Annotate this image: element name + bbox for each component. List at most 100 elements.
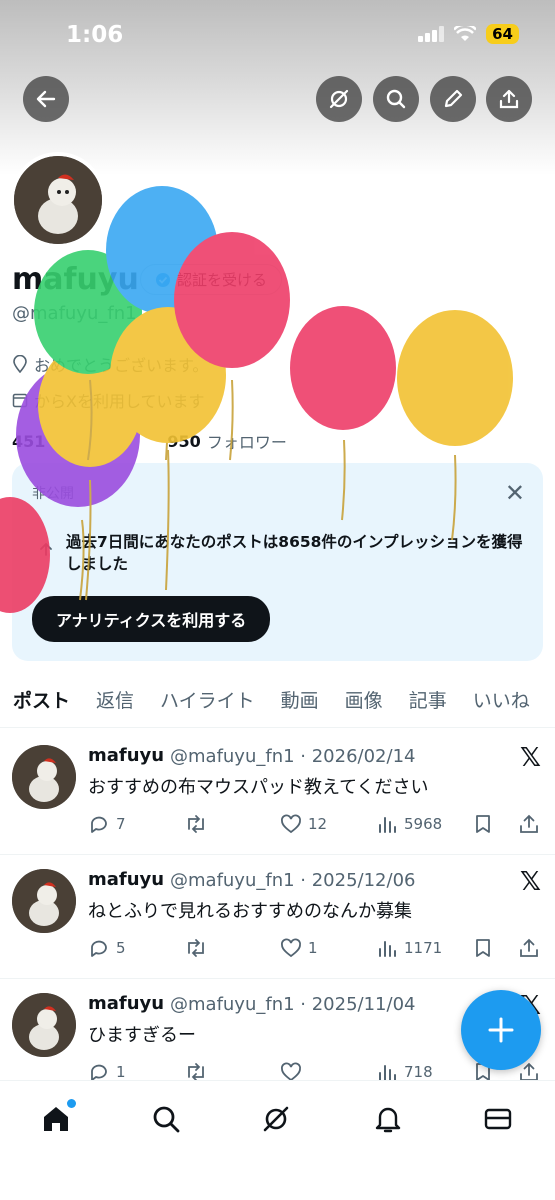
post-actions: 5 1 1171 — [88, 937, 544, 963]
share-button[interactable] — [518, 937, 540, 959]
view-count: 1171 — [404, 939, 443, 957]
profile-handle: @mafuyu_fn1 — [12, 303, 137, 324]
retweet-icon — [188, 939, 204, 957]
status-bar: 1:06 64 — [0, 0, 555, 70]
back-button[interactable] — [23, 76, 69, 122]
like-button[interactable]: 1 — [280, 937, 318, 959]
like-button[interactable]: 12 — [280, 813, 327, 835]
reply-count: 5 — [116, 939, 126, 957]
avatar[interactable] — [12, 869, 76, 933]
post-author-name[interactable]: mafuyu — [88, 869, 164, 890]
grok-button[interactable] — [316, 76, 362, 122]
notification-dot — [67, 1099, 76, 1108]
view-count: 5968 — [404, 815, 443, 833]
signal-icon — [418, 26, 445, 42]
battery-indicator: 64 — [486, 24, 519, 44]
avatar[interactable] — [12, 993, 76, 1057]
bar-chart-icon — [379, 817, 396, 833]
followers-label[interactable]: フォロワー — [207, 429, 287, 453]
plus-icon — [488, 1017, 514, 1043]
share-icon — [499, 89, 519, 109]
reply-button[interactable]: 5 — [88, 937, 126, 959]
status-time: 1:06 — [66, 22, 124, 48]
share-icon — [520, 938, 538, 957]
nav-notifications[interactable] — [370, 1101, 406, 1137]
bio-text: おめでとうございます。 — [34, 356, 209, 375]
reply-icon — [91, 816, 107, 833]
post-meta: @mafuyu_fn1 · 2026/02/14 — [170, 746, 416, 767]
followers-count[interactable]: 950 — [167, 432, 200, 451]
share-icon — [520, 814, 538, 833]
close-icon[interactable]: ✕ — [505, 479, 525, 507]
impressions-text: 過去7日間にあなたのポストは8658件のインプレッションを獲得しました — [66, 533, 523, 573]
post-text: ひますぎるー — [88, 1025, 196, 1046]
bell-icon — [375, 1107, 401, 1133]
pencil-icon — [444, 89, 463, 108]
balloon — [290, 306, 396, 430]
bookmark-button[interactable] — [472, 813, 494, 835]
grok-icon — [263, 1106, 289, 1132]
x-logo-icon: 𝕏 — [520, 743, 541, 773]
heart-icon — [281, 938, 301, 958]
tab-highlights[interactable]: ハイライト — [147, 676, 268, 727]
tab-images[interactable]: 画像 — [332, 676, 396, 727]
home-icon — [44, 1107, 68, 1131]
avatar[interactable] — [12, 745, 76, 809]
profile-name: mafuyu — [12, 262, 139, 297]
verify-button[interactable]: 認証を受ける — [140, 264, 283, 295]
bookmark-icon — [476, 939, 490, 957]
reply-button[interactable]: 7 — [88, 813, 126, 835]
views-button[interactable]: 1171 — [376, 937, 442, 959]
post-actions: 7 12 5968 — [88, 813, 544, 839]
like-count: 1 — [308, 939, 318, 957]
post-item[interactable]: mafuyu @mafuyu_fn1 · 2026/02/14 おすすめの布マウ… — [0, 731, 555, 855]
search-button[interactable] — [373, 76, 419, 122]
post-author-name[interactable]: mafuyu — [88, 745, 164, 766]
view-count: 718 — [404, 1063, 433, 1081]
edit-button[interactable] — [430, 76, 476, 122]
share-button[interactable] — [518, 813, 540, 835]
private-label: 非公開 — [32, 486, 74, 502]
following-count[interactable]: 451 — [12, 432, 45, 451]
follow-stats: 451 950 フォロワー — [12, 429, 287, 453]
analytics-button[interactable]: アナリティクスを利用する — [32, 596, 271, 642]
avatar-image — [12, 993, 76, 1057]
retweet-icon — [188, 815, 204, 833]
tab-articles[interactable]: 記事 — [396, 676, 460, 727]
verified-badge-icon — [156, 272, 170, 287]
location-icon — [13, 355, 27, 373]
avatar-image — [14, 156, 102, 244]
tab-replies[interactable]: 返信 — [83, 676, 147, 727]
calendar-icon — [12, 393, 28, 408]
compose-button[interactable] — [461, 990, 541, 1070]
balloon — [174, 232, 290, 368]
tab-posts[interactable]: ポスト — [0, 676, 83, 727]
tab-videos[interactable]: 動画 — [268, 676, 332, 727]
post-author-name[interactable]: mafuyu — [88, 993, 164, 1014]
grok-icon — [329, 89, 349, 109]
reply-icon — [91, 940, 107, 957]
search-icon — [386, 89, 406, 109]
profile-tabs: ポスト 返信 ハイライト 動画 画像 記事 いいね — [0, 676, 555, 728]
retweet-button[interactable] — [184, 937, 214, 959]
nav-messages[interactable] — [480, 1101, 516, 1137]
reply-count: 7 — [116, 815, 126, 833]
wifi-icon — [454, 26, 477, 41]
nav-home[interactable] — [38, 1099, 76, 1137]
reply-count: 1 — [116, 1063, 126, 1081]
retweet-button[interactable] — [184, 813, 214, 835]
search-icon — [153, 1106, 180, 1133]
share-button[interactable] — [486, 76, 532, 122]
post-item[interactable]: mafuyu @mafuyu_fn1 · 2025/12/06 ねとふりで見れる… — [0, 855, 555, 979]
tab-likes[interactable]: いいね — [460, 676, 543, 727]
nav-search[interactable] — [148, 1101, 184, 1137]
bookmark-button[interactable] — [472, 937, 494, 959]
profile-avatar[interactable] — [10, 152, 106, 248]
views-button[interactable]: 5968 — [376, 813, 442, 835]
trend-up-icon — [40, 542, 52, 556]
nav-grok[interactable] — [258, 1101, 294, 1137]
bar-chart-icon — [379, 941, 396, 957]
joined-date: からXを利用しています — [12, 388, 204, 412]
post-meta: @mafuyu_fn1 · 2025/12/06 — [170, 870, 416, 891]
bottom-nav — [0, 1080, 555, 1200]
